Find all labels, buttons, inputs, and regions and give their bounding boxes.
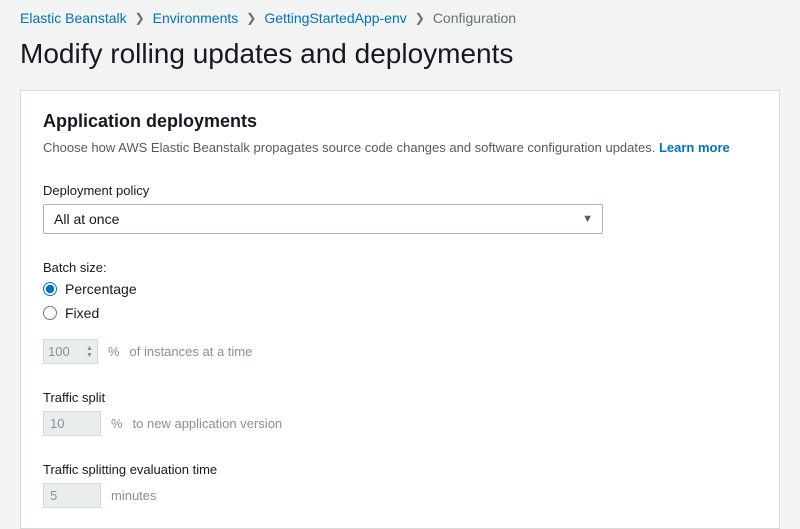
chevron-right-icon: ❯ xyxy=(246,11,256,25)
batch-size-label: Batch size: xyxy=(43,260,757,275)
traffic-split-input[interactable] xyxy=(43,411,101,436)
panel-description: Choose how AWS Elastic Beanstalk propaga… xyxy=(43,140,757,155)
application-deployments-panel: Application deployments Choose how AWS E… xyxy=(20,90,780,529)
deployment-policy-select[interactable]: All at once xyxy=(43,204,603,234)
stepper-arrows-icon: ▲▼ xyxy=(82,345,97,359)
batch-size-radio-percentage[interactable] xyxy=(43,282,57,296)
traffic-split-suffix: to new application version xyxy=(133,416,283,431)
batch-size-unit: % xyxy=(108,344,120,359)
breadcrumb: Elastic Beanstalk ❯ Environments ❯ Getti… xyxy=(0,0,800,26)
batch-size-radio-fixed[interactable] xyxy=(43,306,57,320)
breadcrumb-link-elastic-beanstalk[interactable]: Elastic Beanstalk xyxy=(20,10,127,26)
batch-size-radio-group: Percentage Fixed xyxy=(43,281,757,321)
traffic-eval-label: Traffic splitting evaluation time xyxy=(43,462,757,477)
panel-description-text: Choose how AWS Elastic Beanstalk propaga… xyxy=(43,140,659,155)
breadcrumb-link-environments[interactable]: Environments xyxy=(153,10,239,26)
traffic-split-unit: % xyxy=(111,416,123,431)
traffic-split-label: Traffic split xyxy=(43,390,757,405)
batch-size-input[interactable] xyxy=(44,340,82,363)
breadcrumb-current: Configuration xyxy=(433,10,516,26)
batch-size-suffix: of instances at a time xyxy=(130,344,253,359)
traffic-eval-input[interactable] xyxy=(43,483,101,508)
page-title: Modify rolling updates and deployments xyxy=(0,26,800,90)
chevron-right-icon: ❯ xyxy=(135,11,145,25)
batch-size-radio-percentage-label[interactable]: Percentage xyxy=(65,281,137,297)
panel-heading: Application deployments xyxy=(43,111,757,132)
chevron-right-icon: ❯ xyxy=(415,11,425,25)
batch-size-radio-fixed-label[interactable]: Fixed xyxy=(65,305,99,321)
batch-size-input-wrap: ▲▼ xyxy=(43,339,98,364)
traffic-eval-suffix: minutes xyxy=(111,488,157,503)
learn-more-link[interactable]: Learn more xyxy=(659,140,730,155)
breadcrumb-link-env-name[interactable]: GettingStartedApp-env xyxy=(264,10,406,26)
deployment-policy-label: Deployment policy xyxy=(43,183,757,198)
